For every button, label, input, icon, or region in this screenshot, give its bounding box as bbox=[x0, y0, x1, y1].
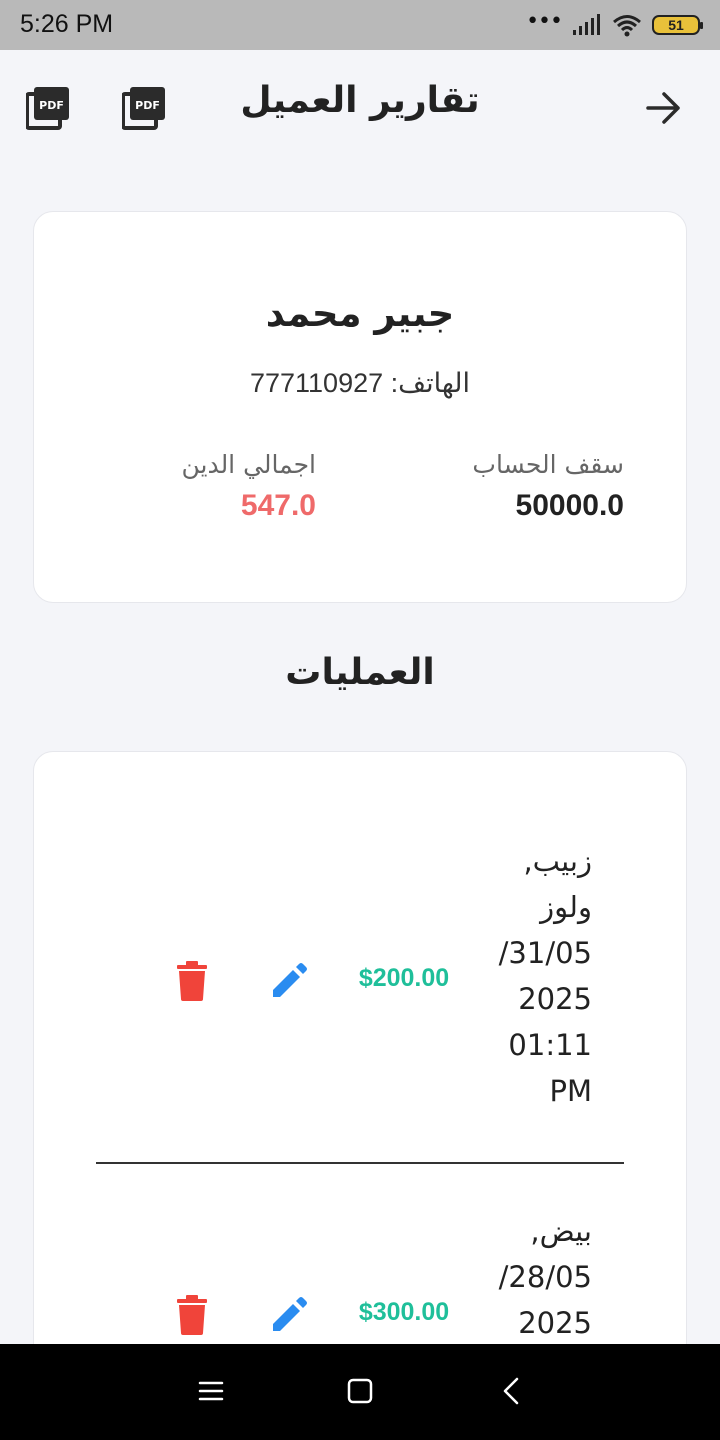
operation-item-name: بيض, bbox=[530, 1214, 592, 1248]
operation-date: 28/05/ bbox=[498, 1260, 592, 1294]
edit-icon[interactable] bbox=[267, 959, 311, 1003]
wifi-icon bbox=[613, 15, 641, 37]
credit-limit: سقف الحساب 50000.0 bbox=[472, 450, 624, 523]
customer-phone: الهاتف: 777110927 bbox=[249, 368, 471, 398]
operation-description: زبيب, ولوز 31/05/ 2025 01:11 PM bbox=[462, 838, 592, 1114]
operation-time: 01:11 bbox=[508, 1028, 592, 1062]
customer-name: جبير محمد bbox=[265, 292, 455, 335]
status-time: 5:26 PM bbox=[20, 10, 114, 38]
operations-title: العمليات bbox=[285, 652, 435, 693]
operation-time: PM bbox=[549, 1074, 592, 1108]
operation-item-name: ولوز bbox=[540, 890, 592, 924]
operation-amount: $300.00 bbox=[358, 1298, 450, 1326]
page-title: تقارير العميل bbox=[240, 80, 480, 121]
menu-icon[interactable] bbox=[196, 1376, 226, 1406]
delete-icon[interactable] bbox=[172, 1293, 212, 1337]
credit-limit-value: 50000.0 bbox=[515, 489, 624, 522]
operation-description: بيض, 28/05/ 2025 bbox=[462, 1208, 592, 1346]
operation-item-name: زبيب, bbox=[523, 844, 592, 878]
svg-text:PDF: PDF bbox=[135, 99, 160, 112]
status-bar: 5:26 PM ••• 51 bbox=[0, 0, 720, 50]
operations-card: زبيب, ولوز 31/05/ 2025 01:11 PM $200.00 … bbox=[33, 751, 687, 1440]
total-debt-label: اجمالي الدين bbox=[181, 450, 316, 479]
credit-limit-label: سقف الحساب bbox=[472, 450, 624, 479]
customer-card: جبير محمد الهاتف: 777110927 سقف الحساب 5… bbox=[33, 211, 687, 603]
total-debt-value: 547.0 bbox=[240, 489, 316, 522]
battery-icon: 51 bbox=[652, 15, 703, 35]
home-icon[interactable] bbox=[345, 1376, 375, 1406]
operation-date: 31/05/ bbox=[498, 936, 592, 970]
system-nav-bar bbox=[0, 1344, 720, 1440]
svg-text:PDF: PDF bbox=[39, 99, 64, 112]
more-dots-icon: ••• bbox=[526, 9, 563, 34]
operation-row: زبيب, ولوز 31/05/ 2025 01:11 PM $200.00 bbox=[34, 838, 686, 1128]
signal-icon bbox=[573, 14, 600, 35]
operation-amount: $200.00 bbox=[358, 964, 450, 992]
back-icon[interactable] bbox=[497, 1376, 527, 1406]
operation-date: 2025 bbox=[518, 982, 592, 1016]
operation-divider bbox=[96, 1162, 624, 1164]
edit-icon[interactable] bbox=[267, 1293, 311, 1337]
pdf-share-button[interactable]: PDF bbox=[122, 86, 166, 130]
total-debt: اجمالي الدين 547.0 bbox=[96, 450, 316, 523]
status-icons: ••• 51 bbox=[526, 9, 703, 38]
operation-date: 2025 bbox=[518, 1306, 592, 1340]
back-arrow-icon[interactable] bbox=[644, 88, 684, 128]
delete-icon[interactable] bbox=[172, 959, 212, 1003]
app-bar: PDF PDF تقارير العميل bbox=[0, 50, 720, 160]
pdf-export-button[interactable]: PDF bbox=[26, 86, 70, 130]
